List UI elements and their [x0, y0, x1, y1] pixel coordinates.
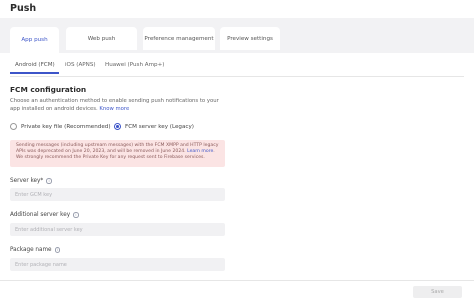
section-title: FCM configuration: [10, 85, 87, 94]
active-subtab-indicator: [10, 72, 59, 74]
server-key-label-text: Server key*: [10, 178, 44, 184]
server-key-input[interactable]: [10, 188, 225, 201]
tab-label: App push: [21, 37, 48, 43]
tab-label: Web push: [87, 35, 116, 42]
main-tabs: App push Web push Preference management …: [0, 27, 474, 53]
footer-divider: [0, 280, 474, 281]
tab-app-push[interactable]: App push: [10, 27, 59, 53]
radio-circle[interactable]: [10, 123, 17, 130]
radio-label: FCM server key (Legacy): [125, 123, 194, 130]
save-button[interactable]: Save: [413, 286, 462, 298]
subtab-ios-apns[interactable]: iOS (APNS): [65, 62, 96, 68]
tab-label: Preference management: [144, 35, 214, 42]
deprecation-alert: Sending messages (including upstream mes…: [10, 140, 225, 167]
subtab-huawei[interactable]: Huawei (Push Amp+): [105, 62, 164, 68]
radio-circle-checked[interactable]: [114, 123, 121, 130]
tab-label: Preview settings: [227, 35, 273, 42]
tab-preview-settings[interactable]: Preview settings: [220, 27, 280, 50]
server-key-label: Server key* i: [10, 178, 52, 184]
tab-web-push[interactable]: Web push: [66, 27, 137, 50]
page-title: Push: [10, 3, 37, 14]
additional-server-key-label: Additional server key i: [10, 212, 79, 218]
know-more-link[interactable]: Know more: [99, 106, 129, 112]
package-name-input[interactable]: [10, 258, 225, 271]
package-name-label-text: Package name: [10, 247, 52, 253]
settings-panel: Android (FCM) iOS (APNS) Huawei (Push Am…: [0, 53, 474, 305]
subtab-android-fcm[interactable]: Android (FCM): [15, 62, 55, 68]
info-icon[interactable]: i: [73, 212, 79, 218]
learn-more-link[interactable]: Learn more: [187, 149, 213, 154]
additional-server-key-input[interactable]: [10, 223, 225, 236]
tab-preference-management[interactable]: Preference management: [143, 27, 215, 50]
info-icon[interactable]: i: [54, 247, 61, 253]
top-bar: Push: [0, 0, 474, 18]
radio-private-key[interactable]: Private key file (Recommended): [10, 123, 111, 130]
section-description: Choose an authentication method to enabl…: [10, 97, 225, 113]
radio-fcm-server-key[interactable]: FCM server key (Legacy): [114, 123, 194, 130]
subtabs-divider: [10, 76, 464, 77]
info-icon[interactable]: i: [46, 178, 52, 184]
additional-server-key-label-text: Additional server key: [10, 212, 71, 218]
radio-label: Private key file (Recommended): [21, 123, 111, 130]
package-name-label: Package name i: [10, 247, 61, 253]
